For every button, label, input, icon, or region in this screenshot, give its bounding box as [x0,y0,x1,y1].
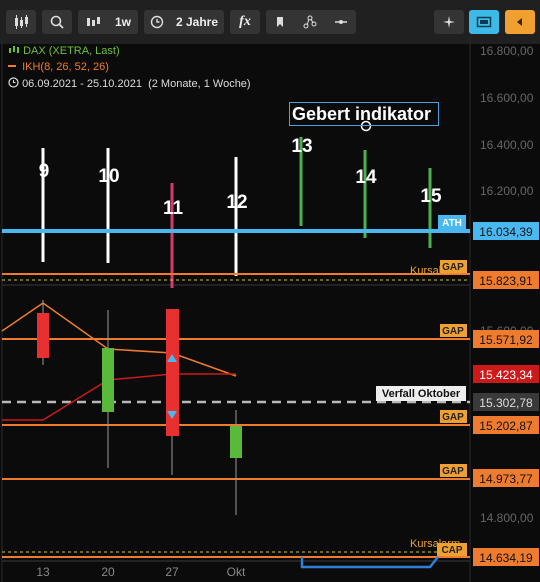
legend-instrument[interactable]: DAX (XETRA, Last) [8,45,120,57]
collapse-panel-button[interactable] [505,10,535,34]
toolbar: 1w 2 Jahre fx [0,0,540,44]
horizontal-line-icon[interactable] [334,15,348,29]
arrow-left-icon [517,18,522,26]
bar-label: 11 [163,198,184,219]
x-tick: 27 [165,565,179,579]
range-dates: 06.09.2021 - 25.10.2021 [22,78,142,90]
candle[interactable] [102,348,114,412]
bookmark-icon[interactable] [274,16,286,28]
gap-tag-text: GAP [442,262,464,273]
price-box-text: 15.202,87 [479,419,533,433]
period-button[interactable]: 2 Jahre [144,10,224,34]
y-tick: 16.600,00 [480,91,534,105]
bars-icon [86,17,100,26]
instrument-name: DAX (XETRA, Last) [23,45,120,57]
line-icon [8,65,16,67]
legend-indicator[interactable]: IKH(8, 26, 52, 26) [8,61,109,73]
x-tick: 20 [101,565,115,579]
candle[interactable] [230,426,242,458]
y-tick: 16.800,00 [480,44,534,58]
bar-label: 9 [39,161,50,182]
candlestick-icon [15,15,28,29]
cap-tag-text: CAP [441,545,462,556]
chart-type-button[interactable] [6,10,36,34]
ikh-line-blue [300,556,439,569]
bar-label: 13 [291,136,312,157]
verfall-tag-text: Verfall Oktober [382,388,461,400]
clock-icon [8,77,19,88]
clock-icon [150,15,164,29]
search-button[interactable] [42,10,72,34]
indicator-name: IKH(8, 26, 52, 26) [22,61,109,73]
drawing-tools-group [266,10,356,34]
legend-range: 06.09.2021 - 25.10.2021 (2 Monate, 1 Woc… [8,77,251,90]
price-box-text: 15.423,34 [479,368,533,382]
interval-button[interactable]: 1w [78,10,138,34]
bar-label: 10 [98,166,119,187]
gap-tag-text: GAP [442,326,464,337]
bar-label: 14 [355,167,377,188]
y-tick: 14.800,00 [480,511,534,525]
y-tick: 16.400,00 [480,138,534,152]
bar-label: 12 [226,192,247,213]
magic-button[interactable] [434,10,464,34]
gap-tag-text: GAP [442,412,464,423]
gebert-indikator-label[interactable]: Gebert indikator [289,102,439,126]
annotation-text: Gebert indikator [292,103,432,124]
price-box-text: 15.571,92 [479,333,533,347]
price-box-text: 14.634,19 [479,551,533,565]
gap-tag-text: GAP [442,466,464,477]
price-box-text: 15.302,78 [479,396,533,410]
bar-label: 15 [420,186,442,207]
indicators-button[interactable]: fx [230,10,260,34]
interval-label: 1w [114,15,131,29]
range-note: (2 Monate, 1 Woche) [148,78,251,90]
path-tool-icon[interactable] [303,15,317,29]
ath-tag-text: ATH [442,218,462,229]
x-tick: Okt [227,565,246,579]
period-label: 2 Jahre [175,15,218,29]
chart-area[interactable]: 16.800,00 16.600,00 16.400,00 16.200,00 … [0,40,540,582]
price-box-text: 16.034,39 [479,225,533,239]
layout-toggle-button[interactable] [469,10,499,34]
sparkle-icon [443,16,455,28]
search-icon [50,15,64,29]
ikh-line-red [2,373,236,421]
y-tick: 16.200,00 [480,184,534,198]
window-icon [476,16,492,28]
x-tick: 13 [36,565,50,579]
fx-label: fx [239,14,251,29]
candle[interactable] [37,313,49,358]
price-box-text: 14.973,77 [479,472,533,486]
price-box-text: 15.823,91 [479,274,533,288]
candlestick-icon [9,46,19,53]
